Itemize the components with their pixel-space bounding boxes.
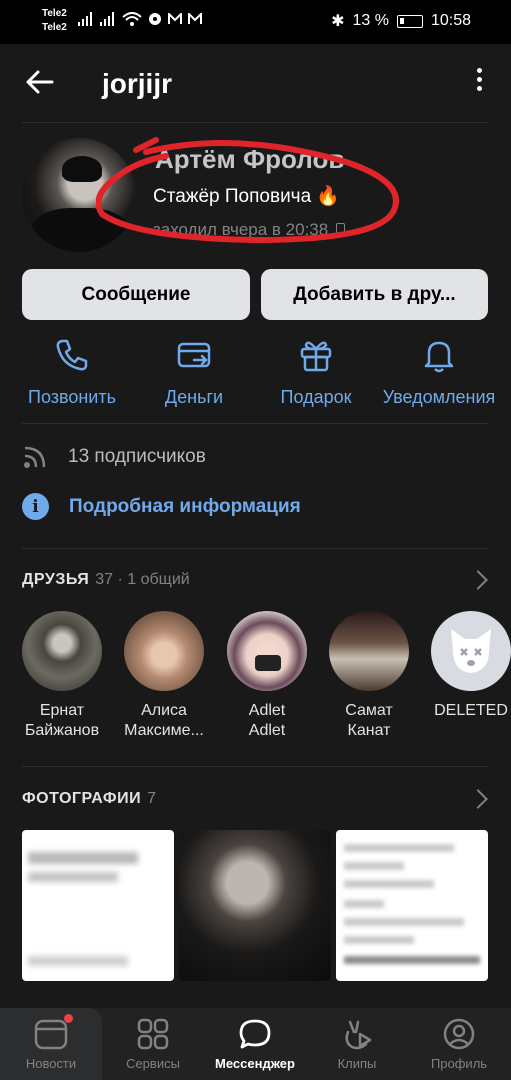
photo-thumbnail[interactable]	[336, 830, 488, 981]
profile-icon	[443, 1018, 475, 1050]
nav-messenger-label: Мессенджер	[215, 1056, 295, 1071]
action-row: Позвонить Деньги Подарок Уведомления	[0, 335, 511, 415]
news-icon	[34, 1019, 68, 1050]
photos-title: ФОТОГРАФИИ	[22, 790, 142, 807]
clips-icon	[345, 1020, 372, 1050]
info-icon: i	[22, 493, 49, 520]
friends-header[interactable]: ДРУЗЬЯ 37 · 1 общий	[22, 571, 190, 589]
status-icons-right: ✱ 13 % 10:58	[331, 11, 471, 31]
nav-services[interactable]: Сервисы	[102, 1008, 204, 1080]
signal-icon-2	[100, 12, 114, 26]
nav-news-label: Новости	[25, 1056, 77, 1071]
mail-icon-2	[188, 13, 202, 24]
phone-icon	[56, 339, 88, 371]
battery-percent: 13 %	[352, 12, 389, 29]
photos-header[interactable]: ФОТОГРАФИИ 7	[22, 790, 156, 808]
more-options-icon[interactable]	[469, 68, 489, 96]
nav-clips[interactable]: Клипы	[306, 1008, 408, 1080]
friend-item[interactable]: DELETED	[420, 611, 511, 721]
bottom-navigation: Новости Сервисы Мессенджер Клипы Профиль	[0, 1008, 511, 1080]
carrier-2: Tele2	[42, 22, 67, 33]
gift-icon	[300, 341, 332, 372]
add-friend-button[interactable]: Добавить в дру...	[261, 269, 488, 320]
ball-icon	[149, 13, 161, 25]
friend-item[interactable]: Алиса Максиме...	[113, 611, 215, 741]
money-transfer-icon	[177, 342, 211, 368]
bell-icon	[424, 341, 454, 373]
clock: 10:58	[430, 12, 471, 29]
nav-services-label: Сервисы	[126, 1056, 180, 1071]
carrier-labels: Tele2 Tele2	[42, 7, 67, 35]
signal-icon	[78, 12, 92, 26]
rss-icon	[24, 446, 46, 468]
back-arrow-icon[interactable]	[24, 66, 56, 98]
nav-messenger[interactable]: Мессенджер	[204, 1008, 306, 1080]
call-label: Позвонить	[28, 387, 116, 407]
friend-avatar	[329, 611, 409, 691]
friend-item[interactable]: Ернат Байжанов	[11, 611, 113, 741]
red-annotation-circle	[96, 137, 399, 244]
friend-name: Алиса Максиме...	[124, 702, 204, 739]
page-title: jorjijr	[102, 68, 173, 99]
profile-header: Артём Фролов Стажёр Поповича 🔥 заходил в…	[0, 122, 511, 262]
friend-name: Самат Канат	[345, 702, 393, 739]
subscribers-row[interactable]: 13 подписчиков	[22, 444, 206, 470]
subscribers-text: 13 подписчиков	[68, 446, 206, 467]
nav-news[interactable]: Новости	[0, 1008, 102, 1080]
friend-name: Adlet Adlet	[248, 702, 286, 739]
gift-label: Подарок	[280, 387, 352, 407]
friend-avatar	[124, 611, 204, 691]
friend-item[interactable]: Самат Канат	[318, 611, 420, 741]
nav-profile[interactable]: Профиль	[408, 1008, 510, 1080]
app-bar: jorjijr	[0, 44, 511, 122]
photo-thumbnail[interactable]	[22, 830, 174, 981]
news-badge	[64, 1014, 73, 1023]
friend-item[interactable]: Adlet Adlet	[216, 611, 318, 741]
friend-name: Ернат Байжанов	[24, 702, 100, 739]
services-icon	[137, 1018, 169, 1050]
divider	[22, 766, 489, 767]
money-label: Деньги	[164, 387, 224, 407]
nav-clips-label: Клипы	[337, 1056, 377, 1071]
friend-avatar	[431, 611, 511, 691]
friend-avatar	[227, 611, 307, 691]
more-info-row[interactable]: i Подробная информация	[22, 493, 301, 520]
status-icons-left	[78, 12, 202, 26]
more-info-text: Подробная информация	[69, 495, 301, 517]
friends-chevron-icon[interactable]	[468, 570, 488, 590]
call-action[interactable]: Позвонить	[7, 335, 137, 408]
friend-name: DELETED	[434, 702, 508, 719]
notifications-label: Уведомления	[382, 387, 496, 407]
friend-avatar	[22, 611, 102, 691]
messenger-icon	[239, 1019, 271, 1049]
carrier-1: Tele2	[42, 8, 67, 19]
photos-chevron-icon[interactable]	[468, 789, 488, 809]
status-bar: Tele2 Tele2 ✱ 13 % 10:58	[0, 0, 511, 44]
mail-icon	[168, 13, 182, 24]
friends-title: ДРУЗЬЯ	[22, 571, 90, 588]
deleted-dog-icon	[451, 629, 491, 673]
photo-thumbnail[interactable]	[179, 830, 331, 981]
message-button[interactable]: Сообщение	[22, 269, 250, 320]
friends-count: 37 · 1 общий	[95, 571, 190, 588]
battery-icon	[396, 14, 423, 28]
gift-action[interactable]: Подарок	[251, 335, 381, 408]
divider	[22, 548, 489, 549]
divider	[22, 423, 489, 424]
money-action[interactable]: Деньги	[129, 335, 259, 408]
photos-count: 7	[147, 790, 156, 807]
notifications-action[interactable]: Уведомления	[374, 335, 504, 408]
bluetooth-icon: ✱	[331, 13, 345, 30]
nav-profile-label: Профиль	[430, 1056, 488, 1071]
wifi-icon	[122, 12, 142, 26]
